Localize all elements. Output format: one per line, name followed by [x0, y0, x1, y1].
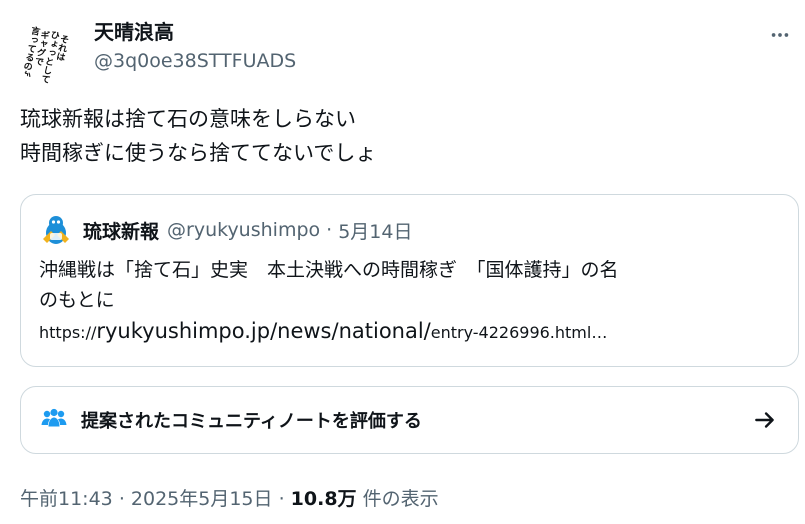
author-block: 天晴浪高 @3q0oe38STTFUADS	[94, 18, 296, 76]
tweet-time[interactable]: 午前11:43	[20, 488, 113, 510]
quote-author-name: 琉球新報	[83, 220, 160, 243]
tweet-text: 琉球新報は捨て石の意味をしらない 時間稼ぎに使うなら捨ててないでしょ	[20, 102, 376, 170]
quote-separator: ·	[326, 219, 333, 241]
view-count: 10.8万	[290, 488, 357, 510]
quote-date: 5月14日	[338, 220, 413, 243]
quoted-tweet-card[interactable]: 琉球新報 @ryukyushimpo · 5月14日 沖縄戦は「捨て石」史実 本…	[20, 194, 799, 367]
author-avatar[interactable]: それは ひょっとして ギャグで 言ってるのか	[18, 20, 84, 86]
tweet-line-2: 時間稼ぎに使うなら捨ててないでしょ	[20, 141, 377, 165]
arrow-right-icon	[755, 412, 774, 428]
tweet-meta: 午前11:43 · 2025年5月15日 · 10.8万 件の表示	[20, 484, 439, 511]
tweet-line-1: 琉球新報は捨て石の意味をしらない	[20, 107, 356, 131]
rate-community-note-label: 提案されたコミュニティノートを評価する	[81, 411, 422, 432]
quote-link[interactable]: https://ryukyushimpo.jp/news/national/en…	[39, 319, 607, 343]
meta-separator-1: ·	[118, 488, 125, 510]
community-people-icon	[41, 408, 67, 427]
meta-separator-2: ·	[278, 488, 285, 510]
quote-link-prefix: https://	[39, 323, 97, 342]
quote-text: 沖縄戦は「捨て石」史実 本土決戦への時間稼ぎ 「国体護持」の名 のもとに	[39, 255, 619, 315]
quote-line-2: のもとに	[39, 289, 115, 311]
quote-header: 琉球新報 @ryukyushimpo · 5月14日	[39, 213, 412, 247]
quote-author-handle: @ryukyushimpo	[167, 219, 321, 241]
quote-link-suffix: entry-4226996.html…	[430, 323, 608, 342]
more-options-button[interactable]	[765, 20, 795, 50]
quote-link-domain: ryukyushimpo.jp/news/national/	[96, 319, 431, 343]
ryukyushimpo-mascot-icon	[43, 216, 69, 244]
more-horizontal-icon	[771, 33, 789, 37]
tweet-date[interactable]: 2025年5月15日	[131, 488, 273, 510]
quote-line-1: 沖縄戦は「捨て石」史実 本土決戦への時間稼ぎ 「国体護持」の名	[39, 259, 619, 281]
rate-community-note-button[interactable]: 提案されたコミュニティノートを評価する	[20, 386, 799, 454]
author-name[interactable]: 天晴浪高	[94, 18, 296, 46]
author-handle[interactable]: @3q0oe38STTFUADS	[94, 46, 296, 76]
avatar-calligraphy-image: それは ひょっとして ギャグで 言ってるのか	[18, 20, 84, 86]
view-count-label: 件の表示	[362, 488, 439, 510]
